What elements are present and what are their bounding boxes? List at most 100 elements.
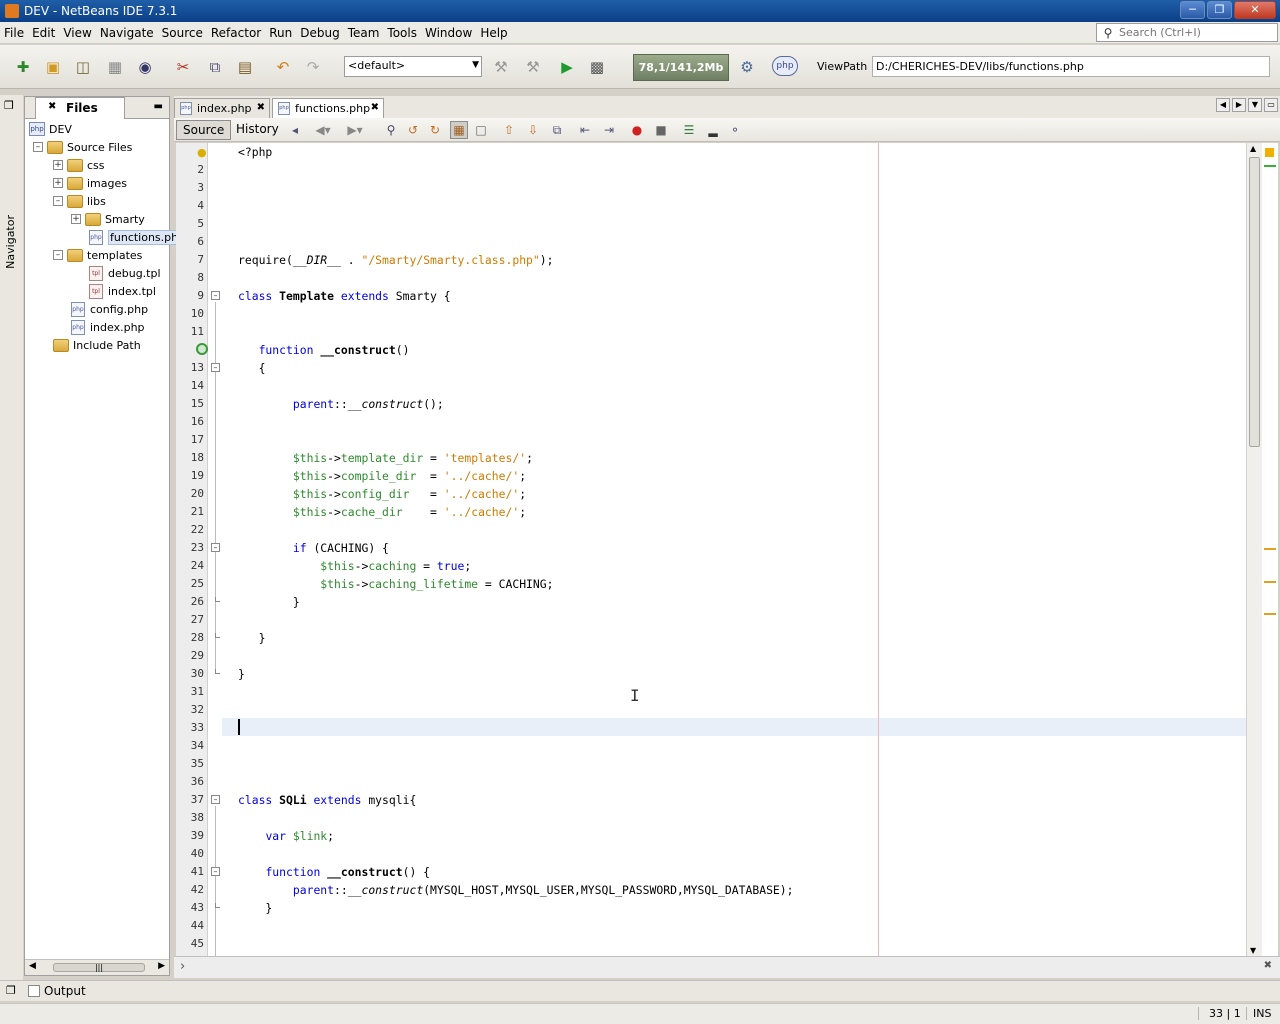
config-select[interactable]: <default> ▼ xyxy=(344,56,482,77)
maximize-button[interactable]: ❐ xyxy=(1207,1,1232,19)
scroll-thumb[interactable]: ||| xyxy=(53,963,145,972)
menu-source[interactable]: Source xyxy=(158,26,207,40)
menu-refactor[interactable]: Refactor xyxy=(207,26,265,40)
fold-toggle-icon[interactable]: – xyxy=(211,543,220,552)
toggle-bookmark-icon[interactable]: ⧉ xyxy=(548,121,566,139)
start-macro-icon[interactable]: ● xyxy=(628,121,646,139)
close-icon[interactable]: ✖ xyxy=(48,101,56,112)
new-file-icon[interactable]: ✚ xyxy=(12,56,34,78)
menu-run[interactable]: Run xyxy=(265,26,296,40)
expand-icon[interactable]: + xyxy=(53,178,63,188)
fold-toggle-icon[interactable]: – xyxy=(211,291,220,300)
fold-toggle-icon[interactable]: – xyxy=(211,795,220,804)
override-marker-icon[interactable] xyxy=(196,343,208,355)
insert-mode[interactable]: INS xyxy=(1246,1007,1277,1020)
cut-icon[interactable]: ✂ xyxy=(172,56,194,78)
menu-navigate[interactable]: Navigate xyxy=(96,26,158,40)
navigator-tab[interactable]: Navigator xyxy=(4,215,17,269)
search-input[interactable] xyxy=(1119,26,1269,39)
menu-view[interactable]: View xyxy=(59,26,95,40)
scroll-left-icon[interactable]: ◀ xyxy=(29,961,36,971)
tree-item-index-php[interactable]: php index.php xyxy=(71,318,145,336)
forward-icon[interactable]: ▶▾ xyxy=(342,121,368,139)
tree-item-libs[interactable]: – libs xyxy=(53,192,106,210)
clean-build-icon[interactable]: ⚒ xyxy=(522,56,544,78)
expand-icon[interactable]: + xyxy=(53,160,63,170)
menu-team[interactable]: Team xyxy=(344,26,384,40)
tree-item-dev[interactable]: php DEV xyxy=(29,120,72,138)
last-edit-icon[interactable]: ◂ xyxy=(286,121,304,139)
collapse-icon[interactable]: – xyxy=(53,196,63,206)
stripe-mark[interactable] xyxy=(1264,613,1276,615)
next-bookmark-icon[interactable]: ⇩ xyxy=(524,121,542,139)
tab-functions-php[interactable]: php functions.php ✖ xyxy=(272,98,384,118)
close-icon[interactable]: ✖ xyxy=(1264,960,1272,971)
expand-arrow-icon[interactable]: › xyxy=(180,959,185,974)
find-next-icon[interactable]: ↻ xyxy=(426,121,444,139)
tree-item-debug-tpl[interactable]: tpl debug.tpl xyxy=(89,264,161,282)
menu-debug[interactable]: Debug xyxy=(296,26,343,40)
shift-left-icon[interactable]: ⇤ xyxy=(576,121,594,139)
tab-scroll-left-icon[interactable]: ◀ xyxy=(1216,98,1230,112)
build-hammer-icon[interactable]: ⚒ xyxy=(490,56,512,78)
tree-item-functions-php[interactable]: php functions.ph xyxy=(89,228,181,246)
collapse-icon[interactable]: – xyxy=(33,142,43,152)
collapse-icon[interactable]: – xyxy=(53,250,63,260)
tree-item-templates[interactable]: – templates xyxy=(53,246,142,264)
viewpath-field[interactable]: D:/CHERICHES-DEV/libs/functions.php xyxy=(872,56,1270,77)
redo-icon[interactable]: ↷ xyxy=(302,56,324,78)
database-icon[interactable]: ⚬ xyxy=(726,121,744,139)
gc-icon[interactable]: ⚙ xyxy=(736,56,758,78)
tree-item-smarty[interactable]: + Smarty xyxy=(71,210,145,228)
menu-edit[interactable]: Edit xyxy=(28,26,59,40)
menu-tools[interactable]: Tools xyxy=(383,26,421,40)
find-icon[interactable]: ⚲ xyxy=(382,121,400,139)
stripe-mark[interactable] xyxy=(1264,165,1276,167)
output-tab[interactable]: Output xyxy=(26,982,92,1001)
close-button[interactable]: ✕ xyxy=(1234,1,1276,19)
fold-toggle-icon[interactable]: – xyxy=(211,363,220,372)
tab-list-icon[interactable]: ▼ xyxy=(1248,98,1262,112)
scroll-down-icon[interactable]: ▼ xyxy=(1250,946,1256,955)
history-mode-tab[interactable]: History xyxy=(230,120,285,140)
tree-item-include-path[interactable]: Include Path xyxy=(53,336,141,354)
tree-item-source-files[interactable]: – Source Files xyxy=(33,138,132,156)
run-icon[interactable]: ▶ xyxy=(556,56,578,78)
find-previous-icon[interactable]: ↺ xyxy=(404,121,422,139)
restore-window-icon[interactable]: ❐ xyxy=(4,99,14,112)
copy-icon[interactable]: ⧉ xyxy=(204,56,226,78)
menu-file[interactable]: File xyxy=(0,26,28,40)
debug-icon[interactable]: ▩ xyxy=(586,56,608,78)
php-badge-icon[interactable]: php xyxy=(772,56,798,76)
scroll-right-icon[interactable]: ▶ xyxy=(158,961,165,971)
uncomment-icon[interactable]: ▂ xyxy=(704,121,722,139)
stripe-mark[interactable] xyxy=(1264,548,1276,550)
editor-vertical-scrollbar[interactable]: ▲ ▼ xyxy=(1246,143,1262,956)
source-mode-tab[interactable]: Source xyxy=(176,120,232,140)
minimize-panel-icon[interactable]: ▬ xyxy=(154,101,163,112)
menu-window[interactable]: Window xyxy=(421,26,476,40)
rect-select-icon[interactable]: □ xyxy=(472,121,490,139)
tab-index-php[interactable]: php index.php ✖ xyxy=(174,98,270,118)
warning-summary-icon[interactable] xyxy=(1265,148,1274,157)
prev-bookmark-icon[interactable]: ⇧ xyxy=(500,121,518,139)
stop-macro-icon[interactable]: ■ xyxy=(652,121,670,139)
close-icon[interactable]: ✖ xyxy=(257,102,265,113)
paste-icon[interactable]: ▤ xyxy=(234,56,256,78)
expand-icon[interactable]: + xyxy=(71,214,81,224)
minimize-button[interactable]: ─ xyxy=(1180,1,1205,19)
scroll-thumb[interactable] xyxy=(1249,157,1260,447)
comment-icon[interactable]: ☰ xyxy=(680,121,698,139)
tree-item-images[interactable]: + images xyxy=(53,174,127,192)
menu-help[interactable]: Help xyxy=(476,26,511,40)
lightbulb-hint-icon[interactable]: ● xyxy=(197,146,207,159)
back-icon[interactable]: ◀▾ xyxy=(310,121,336,139)
preview-eye-icon[interactable]: ◉ xyxy=(134,56,156,78)
search-icon[interactable]: ⚲ xyxy=(1097,26,1119,40)
open-project-icon[interactable]: ◫ xyxy=(72,56,94,78)
fold-toggle-icon[interactable]: – xyxy=(211,867,220,876)
close-icon[interactable]: ✖ xyxy=(371,102,379,113)
new-project-icon[interactable]: ▣ xyxy=(42,56,64,78)
save-all-icon[interactable]: ▦ xyxy=(104,56,126,78)
code-editor[interactable]: <?php require(__DIR__ . "/Smarty/Smarty.… xyxy=(222,143,1246,956)
